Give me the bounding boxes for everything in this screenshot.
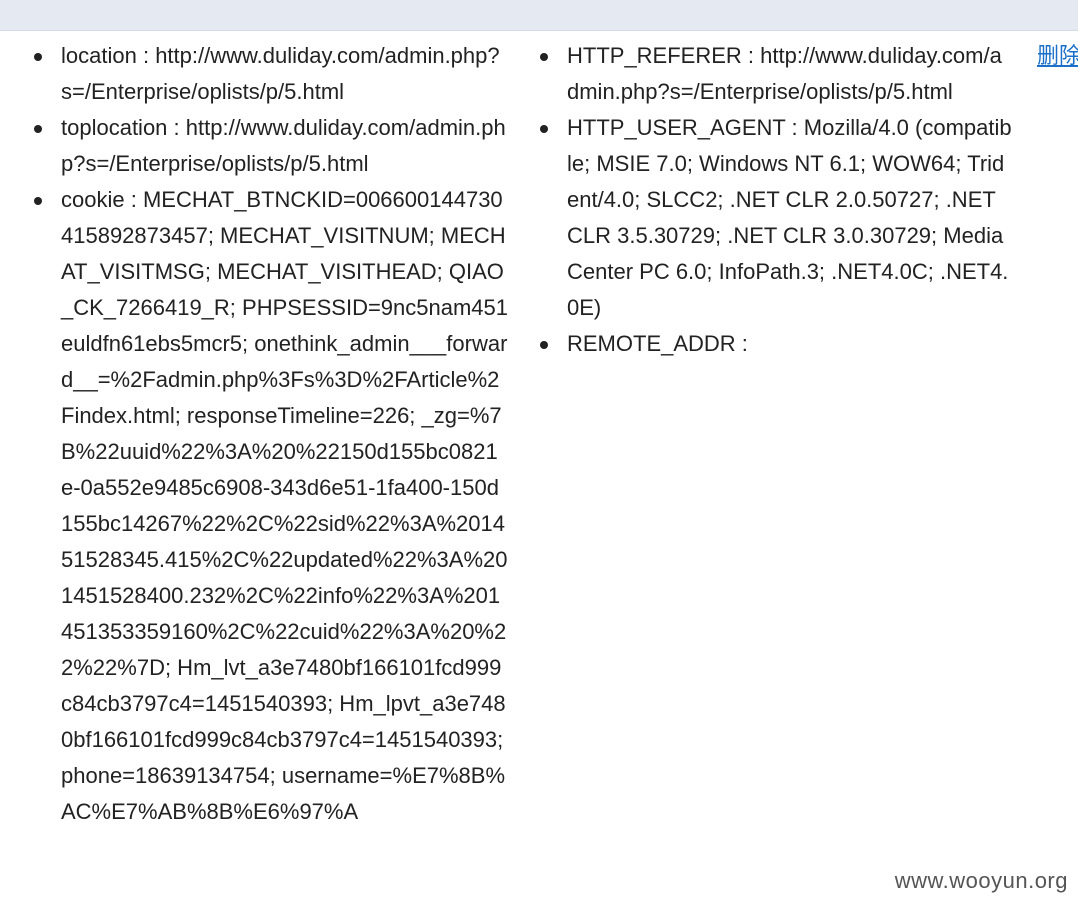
bullet-icon bbox=[34, 53, 42, 61]
item-key: location bbox=[61, 43, 137, 68]
list-item-toplocation: toplocation : http://www.duliday.com/adm… bbox=[30, 110, 508, 182]
list-item-http-user-agent: HTTP_USER_AGENT : Mozilla/4.0 (compatibl… bbox=[536, 110, 1012, 326]
watermark: www.wooyun.org bbox=[894, 868, 1068, 893]
item-separator: : bbox=[735, 331, 748, 356]
item-value: MECHAT_BTNCKID=006600144730415892873457;… bbox=[61, 187, 509, 824]
item-key: toplocation bbox=[61, 115, 168, 140]
bullet-icon bbox=[34, 125, 42, 133]
list-item-location: location : http://www.duliday.com/admin.… bbox=[30, 38, 508, 110]
item-separator: : bbox=[785, 115, 804, 140]
bullet-icon bbox=[540, 341, 548, 349]
bullet-icon bbox=[540, 53, 548, 61]
list-item-cookie: cookie : MECHAT_BTNCKID=0066001447304158… bbox=[30, 182, 508, 830]
bullet-icon bbox=[34, 197, 42, 205]
item-separator: : bbox=[167, 115, 186, 140]
top-band bbox=[0, 0, 1078, 31]
list-item-http-referer: HTTP_REFERER : http://www.duliday.com/ad… bbox=[536, 38, 1012, 110]
item-key: HTTP_REFERER bbox=[567, 43, 742, 68]
list-item-remote-addr: REMOTE_ADDR : bbox=[536, 326, 1012, 362]
item-separator: : bbox=[124, 187, 143, 212]
item-value: Mozilla/4.0 (compatible; MSIE 7.0; Windo… bbox=[567, 115, 1012, 320]
item-key: cookie bbox=[61, 187, 125, 212]
item-separator: : bbox=[136, 43, 156, 68]
request-info-list-right: HTTP_REFERER : http://www.duliday.com/ad… bbox=[536, 38, 1012, 362]
item-key: REMOTE_ADDR bbox=[567, 331, 736, 356]
request-info-list-left: location : http://www.duliday.com/admin.… bbox=[30, 38, 508, 830]
item-key: HTTP_USER_AGENT bbox=[567, 115, 786, 140]
item-separator: : bbox=[741, 43, 761, 68]
delete-link[interactable]: 删除 bbox=[1037, 40, 1078, 72]
bullet-icon bbox=[540, 125, 548, 133]
